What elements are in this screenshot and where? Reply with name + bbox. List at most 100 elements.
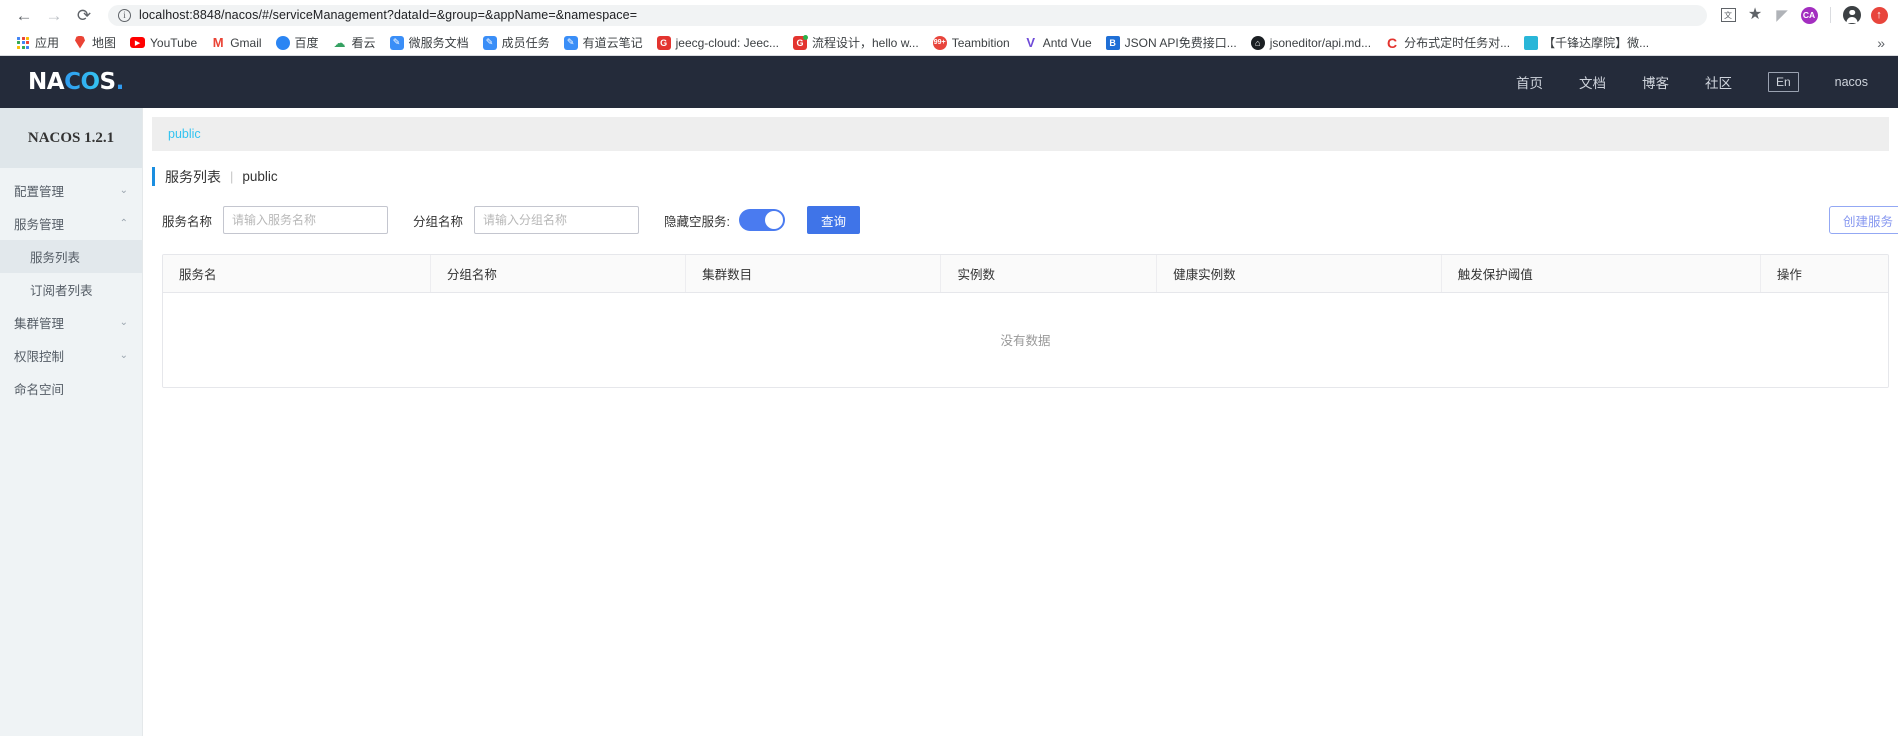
bookmark-label: 分布式定时任务对... — [1404, 36, 1511, 50]
column-header-cluster-count[interactable]: 集群数目 — [685, 255, 942, 293]
chevron-up-icon: ⌃ — [119, 218, 128, 229]
bookmark-microservice-doc[interactable]: ✎ 微服务文档 — [383, 32, 476, 54]
gmail-icon: M — [212, 35, 224, 50]
column-header-service-name[interactable]: 服务名 — [163, 255, 431, 293]
sidebar-item-config-management[interactable]: 配置管理 ⌄ — [0, 174, 142, 207]
note-icon: ✎ — [563, 35, 578, 50]
group-name-input[interactable] — [474, 206, 640, 234]
breadcrumb: public — [152, 117, 1889, 151]
chevron-down-icon: ⌄ — [119, 350, 128, 361]
column-header-operation[interactable]: 操作 — [1760, 255, 1888, 293]
app-header: NACOS. 首页 文档 博客 社区 En nacos — [0, 56, 1898, 108]
nav-blog[interactable]: 博客 — [1642, 72, 1669, 92]
column-header-protect-threshold[interactable]: 触发保护阈值 — [1441, 255, 1761, 293]
sidebar-item-cluster-management[interactable]: 集群管理 ⌄ — [0, 306, 142, 339]
service-name-input[interactable] — [223, 206, 389, 234]
bookmark-gmail[interactable]: M Gmail — [204, 32, 268, 54]
note-icon: ✎ — [389, 35, 404, 50]
nav-home[interactable]: 首页 — [1516, 72, 1543, 92]
bookmark-label: 应用 — [35, 36, 60, 50]
address-bar[interactable]: i localhost:8848/nacos/#/serviceManageme… — [108, 4, 1707, 26]
table-empty-row: 没有数据 — [163, 292, 1888, 387]
bookmark-label: 百度 — [294, 36, 319, 50]
browser-menu-icon[interactable]: ↑ — [1870, 6, 1888, 24]
table-header-row: 服务名 分组名称 集群数目 实例数 健康实例数 触发保护阈值 操作 — [163, 255, 1888, 293]
bookmark-teambition[interactable]: 99+ Teambition — [926, 32, 1017, 54]
column-header-instance-count[interactable]: 实例数 — [940, 255, 1158, 293]
nacos-logo[interactable]: NACOS. — [28, 69, 124, 95]
service-table: 服务名 分组名称 集群数目 实例数 健康实例数 触发保护阈值 操作 没有数据 — [162, 254, 1889, 388]
youtube-icon: ▶ — [130, 37, 146, 48]
sidebar-version: NACOS 1.2.1 — [0, 108, 142, 168]
page-title: 服务列表 | public — [152, 167, 1898, 186]
sidebar-item-permission-control[interactable]: 权限控制 ⌄ — [0, 339, 142, 372]
main-content: public 服务列表 | public 服务名称 分组名称 隐藏空服务: 查询 — [143, 108, 1898, 736]
service-name-label: 服务名称 — [162, 214, 213, 229]
extension-avatar-icon[interactable]: CA — [1800, 6, 1818, 24]
filter-toolbar: 服务名称 分组名称 隐藏空服务: 查询 创建服务 — [143, 206, 1898, 234]
toggle-knob — [765, 211, 784, 229]
chevron-down-icon: ⌄ — [119, 185, 128, 196]
sidebar-item-service-management[interactable]: 服务管理 ⌃ — [0, 207, 142, 240]
create-service-button[interactable]: 创建服务 — [1828, 206, 1898, 234]
top-nav: 首页 文档 博客 社区 En nacos — [1516, 72, 1868, 92]
app-body: NACOS 1.2.1 配置管理 ⌄ 服务管理 ⌃ 服务列表 订阅者列表 集群管… — [0, 108, 1898, 736]
bookmark-apps[interactable]: 应用 — [9, 32, 66, 54]
sidebar-item-label: 权限控制 — [14, 350, 65, 364]
sidebar-item-namespace[interactable]: 命名空间 — [0, 372, 142, 405]
bookmarks-overflow-icon[interactable]: » — [1877, 35, 1889, 51]
baidu-icon — [275, 35, 290, 50]
sidebar-item-subscriber-list[interactable]: 订阅者列表 — [0, 273, 142, 306]
maps-pin-icon — [73, 35, 88, 50]
bookmark-jsoneditor[interactable]: ⌂ jsoneditor/api.md... — [1244, 32, 1378, 54]
bookmark-baidu[interactable]: 百度 — [269, 32, 326, 54]
bookmark-qianfeng[interactable]: 【千锋达摩院】微... — [1517, 32, 1656, 54]
bookmark-kanyun[interactable]: ☁ 看云 — [326, 32, 383, 54]
sidebar-item-label: 命名空间 — [14, 383, 65, 397]
nav-docs[interactable]: 文档 — [1579, 72, 1606, 92]
calendar-icon — [1524, 35, 1539, 50]
bookmark-star-icon[interactable]: ★ — [1746, 6, 1764, 24]
site-info-icon[interactable]: i — [118, 8, 131, 22]
sidebar-item-label: 服务管理 — [14, 218, 65, 232]
user-menu[interactable]: nacos — [1835, 75, 1868, 89]
sidebar-item-service-list[interactable]: 服务列表 — [0, 240, 142, 273]
bookmark-label: Antd Vue — [1042, 35, 1092, 50]
translate-icon[interactable]: 文 — [1719, 6, 1737, 24]
hide-empty-service-toggle[interactable] — [739, 209, 786, 231]
language-switch[interactable]: En — [1767, 72, 1799, 92]
bookmark-youtube[interactable]: ▶ YouTube — [123, 32, 204, 54]
reload-icon[interactable]: ⟳ — [70, 1, 98, 29]
url-text: localhost:8848/nacos/#/serviceManagement… — [139, 8, 638, 22]
bookmark-label: JSON API免费接口... — [1124, 36, 1237, 50]
hide-empty-service-label: 隐藏空服务: — [664, 214, 731, 229]
back-icon[interactable]: ← — [10, 1, 38, 29]
bookmark-distributed-task[interactable]: C 分布式定时任务对... — [1378, 32, 1517, 54]
column-header-healthy-instance-count[interactable]: 健康实例数 — [1156, 255, 1442, 293]
bookmark-json-api[interactable]: B JSON API免费接口... — [1099, 32, 1244, 54]
page-title-namespace: public — [242, 169, 278, 184]
bookmark-label: 流程设计，hello w... — [812, 36, 919, 50]
nav-community[interactable]: 社区 — [1705, 72, 1732, 92]
extension-icon[interactable]: ◤ — [1773, 6, 1791, 24]
bookmark-maps[interactable]: 地图 — [66, 32, 123, 54]
bookmark-jeecg-cloud[interactable]: G jeecg-cloud: Jeec... — [650, 32, 786, 54]
breadcrumb-item-public[interactable]: public — [168, 127, 201, 141]
forward-icon[interactable]: → — [40, 1, 68, 29]
logo-dot: . — [115, 69, 125, 95]
profile-icon[interactable] — [1843, 6, 1861, 24]
avatar-label: CA — [1800, 6, 1818, 24]
bookmark-antd-vue[interactable]: V Antd Vue — [1017, 32, 1099, 54]
bookmark-label: 【千锋达摩院】微... — [1543, 36, 1650, 50]
column-header-group-name[interactable]: 分组名称 — [430, 255, 687, 293]
query-button[interactable]: 查询 — [807, 206, 861, 234]
browser-toolbar: ← → ⟳ i localhost:8848/nacos/#/serviceMa… — [0, 0, 1898, 30]
bookmark-label: 成员任务 — [501, 36, 550, 50]
bookmark-flow-design[interactable]: G 流程设计，hello w... — [786, 32, 926, 54]
bookmark-youdao-note[interactable]: ✎ 有道云笔记 — [557, 32, 650, 54]
sidebar-menu: 配置管理 ⌄ 服务管理 ⌃ 服务列表 订阅者列表 集群管理 ⌄ 权限控制 ⌄ 命… — [0, 168, 142, 405]
nacos-app: NACOS. 首页 文档 博客 社区 En nacos NACOS 1.2.1 … — [0, 56, 1898, 736]
bookmark-member-task[interactable]: ✎ 成员任务 — [476, 32, 557, 54]
json-api-icon: B — [1105, 35, 1120, 50]
bookmark-label: YouTube — [150, 35, 198, 50]
